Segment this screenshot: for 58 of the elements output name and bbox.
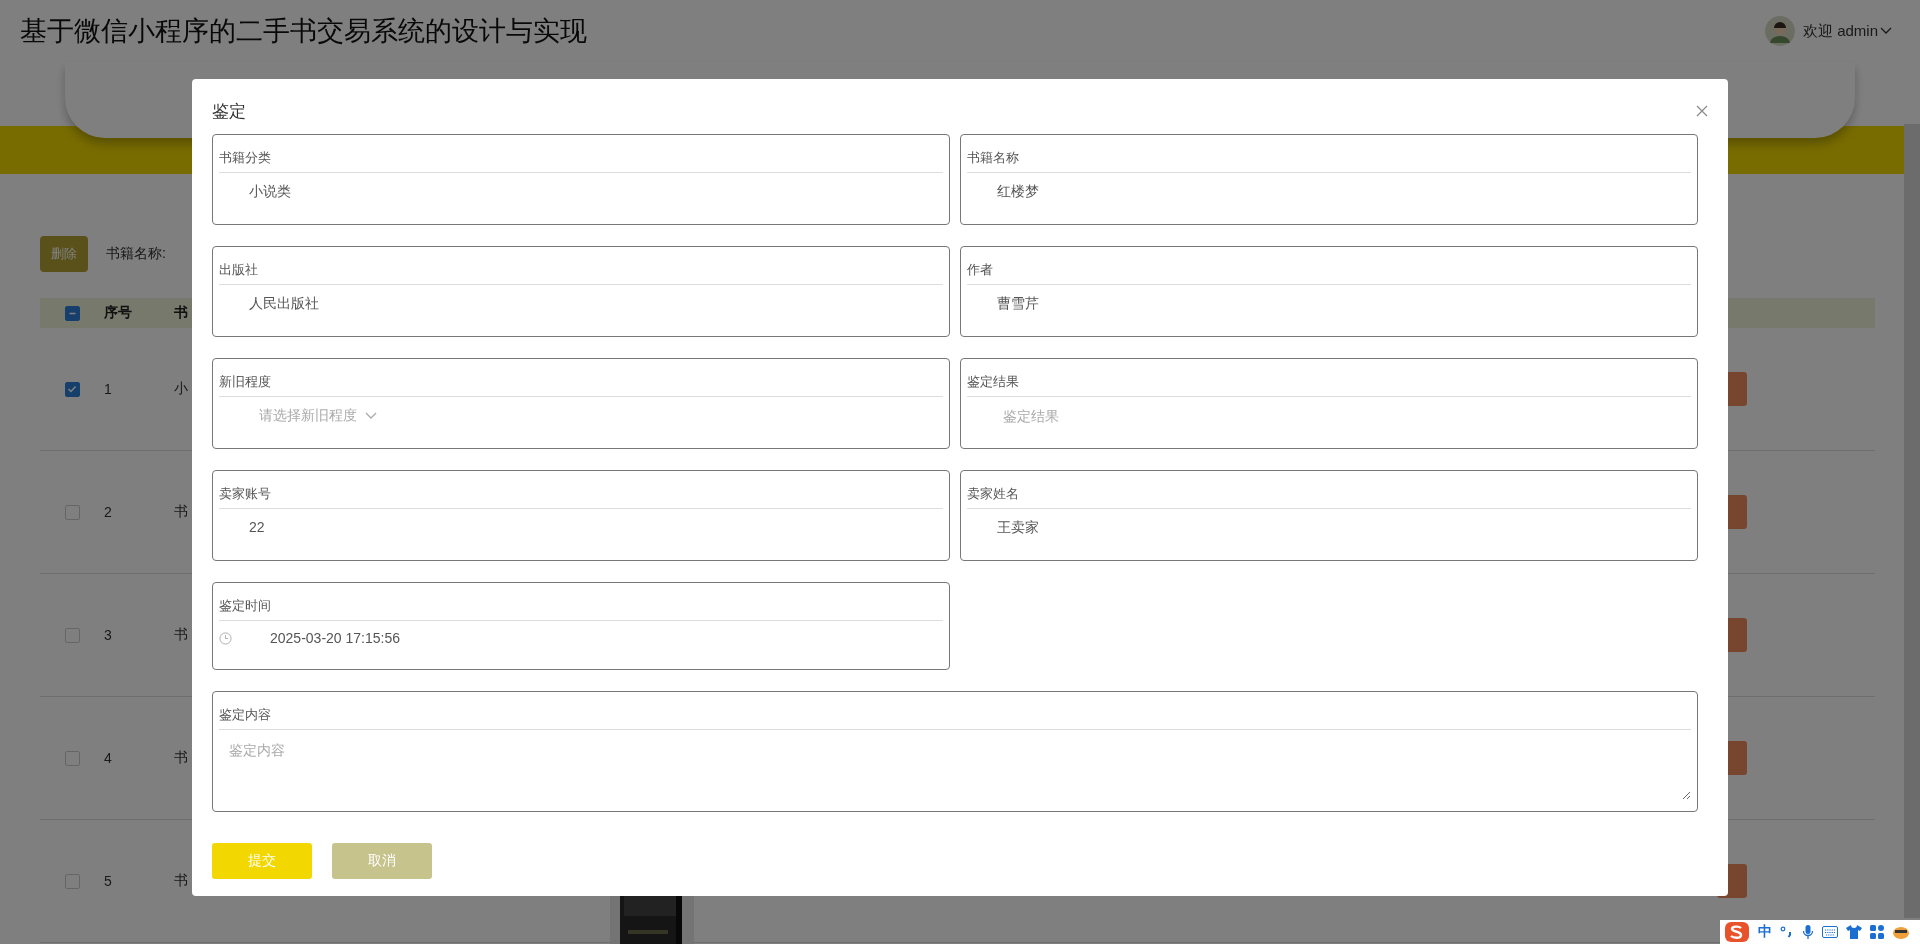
field-label: 鉴定内容 <box>219 692 1691 730</box>
field-label: 新旧程度 <box>219 359 943 397</box>
table-cell: 书 <box>174 872 188 888</box>
shirt-icon[interactable] <box>1846 925 1862 939</box>
field-label: 书籍名称 <box>967 135 1691 173</box>
scrollbar[interactable] <box>1904 124 1920 918</box>
table-cell: 书 <box>174 749 188 765</box>
row-checkbox[interactable] <box>64 750 80 766</box>
field-label: 作者 <box>967 247 1691 285</box>
table-cell: 书 <box>174 503 188 519</box>
ime-mode[interactable]: 中 <box>1758 923 1772 941</box>
field-label: 出版社 <box>219 247 943 285</box>
table-cell: 4 <box>104 750 112 766</box>
row-checkbox[interactable] <box>64 504 80 520</box>
field-label: 鉴定时间 <box>219 583 943 621</box>
row-checkbox[interactable] <box>64 873 80 889</box>
table-cell: 1 <box>104 381 112 397</box>
field-value: 曹雪芹 <box>996 294 1040 313</box>
submit-button[interactable]: 提交 <box>212 843 312 879</box>
delete-button[interactable]: 删除 <box>40 236 88 272</box>
close-icon[interactable] <box>1696 105 1708 117</box>
clock-icon <box>219 631 232 645</box>
microphone-icon[interactable] <box>1802 924 1814 940</box>
page-title: 基于微信小程序的二手书交易系统的设计与实现 <box>20 15 587 48</box>
select-field[interactable]: 请选择新旧程度 <box>259 407 459 425</box>
chevron-down-icon <box>365 412 377 420</box>
content-field-card[interactable]: 鉴定内容 鉴定内容 <box>212 691 1698 812</box>
table-cell: 小 <box>174 380 188 396</box>
select-all-checkbox[interactable] <box>64 305 80 321</box>
chevron-down-icon <box>1880 27 1892 35</box>
grid-icon[interactable] <box>1870 925 1884 939</box>
field-value: 小说类 <box>248 182 292 201</box>
row-checkbox[interactable] <box>64 381 80 397</box>
check-icon <box>67 384 77 394</box>
table-cell: 2 <box>104 504 112 520</box>
field-value: 王卖家 <box>996 518 1040 537</box>
field-label: 卖家账号 <box>219 471 943 509</box>
punctuation-icon[interactable] <box>1780 925 1794 939</box>
field-value: 22 <box>248 518 266 535</box>
table-cell: 书 <box>174 626 188 642</box>
row-checkbox[interactable] <box>64 627 80 643</box>
column-header: 序号 <box>104 304 132 320</box>
field-label: 卖家姓名 <box>967 471 1691 509</box>
column-header: 书 <box>174 304 188 320</box>
user-menu[interactable]: 欢迎 admin <box>1802 21 1892 41</box>
avatar-icon[interactable] <box>1764 16 1795 46</box>
cancel-button[interactable]: 取消 <box>332 843 432 879</box>
date-value: 2025-03-20 17:15:56 <box>270 630 400 646</box>
keyboard-icon[interactable] <box>1822 926 1838 938</box>
table-cell: 3 <box>104 627 112 643</box>
dialog-title: 鉴定 <box>212 100 246 123</box>
field-value: 人民出版社 <box>248 294 320 313</box>
ime-logo-icon[interactable] <box>1724 921 1750 943</box>
field-label: 鉴定结果 <box>967 359 1691 397</box>
table-cell: 5 <box>104 873 112 889</box>
field-value: 红楼梦 <box>996 182 1040 201</box>
search-label: 书籍名称: <box>106 245 166 263</box>
field-label: 书籍分类 <box>219 135 943 173</box>
